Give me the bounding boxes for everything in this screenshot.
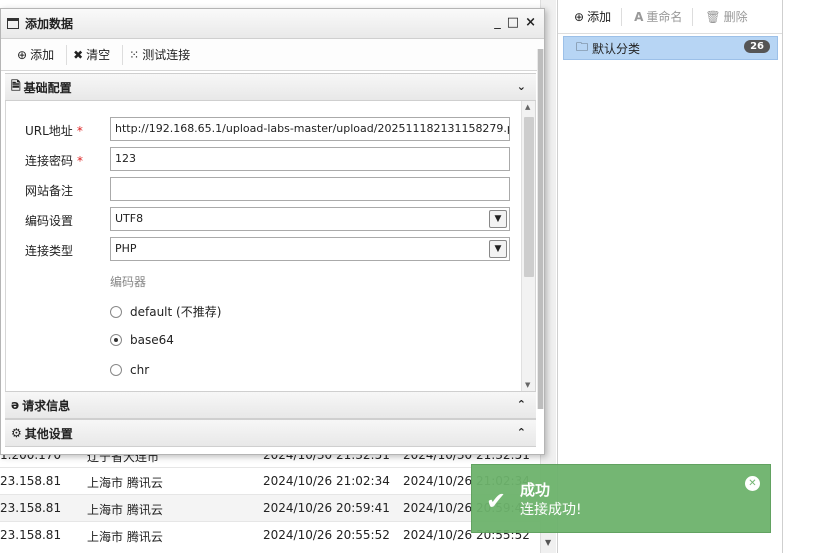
chevron-down-icon: ⌄ xyxy=(516,80,526,93)
cell-created: 2024/10/26 21:02:34 xyxy=(263,474,390,488)
cell-location: 上海市 腾讯云 xyxy=(87,503,163,517)
category-rename-label: 重命名 xyxy=(646,10,683,24)
category-item-default[interactable]: 🗀 默认分类 26 xyxy=(563,36,778,60)
cell-location: 上海市 腾讯云 xyxy=(87,530,163,544)
chevron-up-icon: ⌃ xyxy=(516,398,526,411)
add-label: 添加 xyxy=(30,48,55,62)
encoding-label: 编码设置 xyxy=(25,214,74,228)
plus-circle-icon: ⊕ xyxy=(574,9,585,24)
dialog-toolbar: ⊕ 添加 ✖ 清空 ⁙ 测试连接 xyxy=(1,39,544,71)
check-icon: ✔ xyxy=(486,487,507,515)
scroll-down-icon[interactable]: ▼ xyxy=(545,538,551,547)
clear-button[interactable]: ✖ 清空 xyxy=(67,46,122,63)
cell-ip: 23.158.81 xyxy=(0,501,62,515)
category-count-badge: 26 xyxy=(744,40,770,53)
link-icon: ə xyxy=(11,398,20,412)
encoder-option-base64[interactable]: base64 xyxy=(110,333,174,347)
plus-circle-icon: ⊕ xyxy=(17,47,28,62)
other-settings-title: 其他设置 xyxy=(24,426,73,441)
spinner-icon: ⁙ xyxy=(129,47,140,62)
scroll-down-icon[interactable]: ▼ xyxy=(525,381,530,389)
close-icon[interactable]: ✕ xyxy=(745,476,760,491)
other-settings-header[interactable]: ⚙ 其他设置 ⌃ xyxy=(5,419,536,447)
encoder-option-default[interactable]: default (不推荐) xyxy=(110,303,221,320)
dialog-titlebar[interactable]: 添加数据 _ □ × xyxy=(1,9,544,39)
minimize-button[interactable]: _ xyxy=(494,15,501,30)
cell-ip: 23.158.81 xyxy=(0,474,62,488)
chevron-up-icon: ⌃ xyxy=(516,426,526,439)
type-label: 连接类型 xyxy=(25,244,74,258)
document-icon: 🗎 xyxy=(11,78,21,93)
divider xyxy=(692,7,694,26)
category-rename-button[interactable]: A 重命名 xyxy=(634,8,692,25)
category-delete-label: 删除 xyxy=(723,10,748,24)
table-row[interactable]: 23.158.81 上海市 腾讯云 2024/10/26 20:55:52 20… xyxy=(0,521,540,548)
password-label-text: 连接密码 xyxy=(25,154,74,168)
url-label: URL地址 * xyxy=(25,122,83,139)
add-data-dialog: 添加数据 _ □ × ⊕ 添加 ✖ 清空 ⁙ 测试连接 🗎 基础配置 ⌄ URL… xyxy=(0,8,545,455)
encoder-option-chr[interactable]: chr xyxy=(110,363,149,377)
radio-circle-checked[interactable] xyxy=(110,334,122,346)
required-mark: * xyxy=(77,154,84,168)
basic-config-title: 基础配置 xyxy=(23,80,72,95)
note-input[interactable] xyxy=(110,177,510,201)
cell-created: 2024/10/26 20:55:52 xyxy=(263,528,390,542)
required-mark: * xyxy=(76,124,83,138)
type-select[interactable]: PHP ▼ xyxy=(110,237,510,261)
category-add-button[interactable]: ⊕ 添加 xyxy=(574,8,621,25)
form-scrollbar[interactable]: ▲ ▼ xyxy=(521,101,535,391)
encoding-value: UTF8 xyxy=(115,212,144,225)
x-icon: ✖ xyxy=(73,47,84,62)
dialog-scrollbar[interactable] xyxy=(537,49,544,409)
table-row[interactable]: 23.158.81 上海市 腾讯云 2024/10/26 20:59:41 20… xyxy=(0,494,540,521)
table-row[interactable]: 23.158.81 上海市 腾讯云 2024/10/26 21:02:34 20… xyxy=(0,467,540,494)
radio-circle[interactable] xyxy=(110,364,122,376)
category-delete-button[interactable]: 🗑 删除 xyxy=(705,8,757,25)
scroll-thumb[interactable] xyxy=(524,117,534,277)
request-info-title: 请求信息 xyxy=(22,398,71,413)
close-button[interactable]: × xyxy=(525,15,536,30)
url-input[interactable]: http://192.168.65.1/upload-labs-master/u… xyxy=(110,117,510,141)
test-connection-button[interactable]: ⁙ 测试连接 xyxy=(123,46,202,63)
test-connection-label: 测试连接 xyxy=(142,48,191,62)
scroll-thumb[interactable] xyxy=(538,49,543,409)
category-add-label: 添加 xyxy=(587,10,612,24)
url-label-text: URL地址 xyxy=(25,124,73,138)
note-label: 网站备注 xyxy=(25,184,74,198)
accordion: 🗎 基础配置 ⌄ URL地址 * http://192.168.65.1/uplo… xyxy=(5,73,536,447)
encoder-title: 编码器 xyxy=(110,275,147,289)
folder-icon: 🗀 xyxy=(576,39,589,54)
type-value: PHP xyxy=(115,242,137,255)
encoder-option-label: base64 xyxy=(130,333,174,347)
basic-config-header[interactable]: 🗎 基础配置 ⌄ xyxy=(5,73,536,101)
maximize-button[interactable]: □ xyxy=(507,15,519,30)
encoder-option-label: default (不推荐) xyxy=(130,305,222,319)
category-toolbar: ⊕ 添加 A 重命名 🗑 删除 xyxy=(558,0,782,34)
font-icon: A xyxy=(634,9,644,24)
password-label: 连接密码 * xyxy=(25,152,83,169)
cell-created: 2024/10/26 20:59:41 xyxy=(263,501,390,515)
request-info-header[interactable]: ə 请求信息 ⌃ xyxy=(5,391,536,419)
cell-location: 上海市 腾讯云 xyxy=(87,476,163,490)
gears-icon: ⚙ xyxy=(11,426,22,440)
scroll-up-icon[interactable]: ▲ xyxy=(525,103,530,111)
category-item-label: 默认分类 xyxy=(592,41,641,56)
trash-icon: 🗑 xyxy=(705,9,721,24)
cell-ip: 23.158.81 xyxy=(0,528,62,542)
encoder-option-label: chr xyxy=(130,363,150,377)
encoding-select[interactable]: UTF8 ▼ xyxy=(110,207,510,231)
password-input[interactable]: 123 xyxy=(110,147,510,171)
success-toast: ✔ 成功 连接成功! ✕ xyxy=(471,464,771,533)
toast-message: 连接成功! xyxy=(520,502,582,518)
divider xyxy=(621,7,623,26)
basic-config-body: URL地址 * http://192.168.65.1/upload-labs-m… xyxy=(5,101,536,391)
chevron-down-icon[interactable]: ▼ xyxy=(489,240,507,258)
clear-label: 清空 xyxy=(86,48,111,62)
radio-circle[interactable] xyxy=(110,305,122,318)
dialog-title: 添加数据 xyxy=(25,17,74,31)
window-icon xyxy=(7,18,19,29)
toast-title: 成功 xyxy=(520,481,551,499)
chevron-down-icon[interactable]: ▼ xyxy=(489,210,507,228)
add-button[interactable]: ⊕ 添加 xyxy=(11,46,66,63)
